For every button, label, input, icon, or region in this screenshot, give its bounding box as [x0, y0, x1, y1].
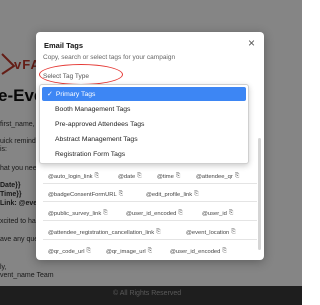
copy-icon[interactable]: ⎘ [103, 210, 107, 217]
tag-chip[interactable]: @badgeConsentFormURL ⎘ [48, 191, 123, 198]
tag-chip[interactable]: @qr_image_url ⎘ [106, 248, 152, 255]
dropdown-option-registration-form-tags[interactable]: Registration Form Tags [42, 147, 246, 161]
copy-icon[interactable]: ⎘ [156, 229, 160, 236]
tag-chip[interactable]: @attendee_registration_cancellation_link… [48, 229, 161, 236]
tags-list: @auto_login_link ⎘ @date ⎘ @time ⎘ @attende… [36, 170, 264, 260]
copy-icon[interactable]: ⎘ [229, 210, 233, 217]
tag-chip[interactable]: @attendee_qr ⎘ [196, 173, 239, 180]
tag-type-dropdown[interactable]: ✓ Primary Tags Booth Management Tags Pre… [39, 84, 249, 164]
copy-icon[interactable]: ⎘ [148, 248, 152, 255]
dropdown-option-pre-approved-attendees-tags[interactable]: Pre-approved Attendees Tags [42, 117, 246, 131]
tag-chip[interactable]: @user_id ⎘ [202, 210, 233, 217]
copy-icon[interactable]: ⎘ [178, 210, 182, 217]
dropdown-option-primary-tags[interactable]: ✓ Primary Tags [42, 87, 246, 101]
checkmark-icon: ✓ [47, 91, 53, 98]
tag-chip[interactable]: @user_id_encoded ⎘ [126, 210, 183, 217]
divider [43, 220, 257, 221]
divider [43, 201, 257, 202]
copy-icon[interactable]: ⎘ [194, 191, 198, 198]
tag-chip[interactable]: @auto_login_link ⎘ [48, 173, 99, 180]
copy-icon[interactable]: ⎘ [87, 248, 91, 255]
tag-chip[interactable]: @time ⎘ [157, 173, 180, 180]
modal-subtitle: Copy, search or select tags for your cam… [43, 54, 176, 61]
tag-chip[interactable]: @public_survey_link ⎘ [48, 210, 108, 217]
copy-icon[interactable]: ⎘ [235, 173, 239, 180]
tag-chip[interactable]: @qr_code_url ⎘ [48, 248, 91, 255]
dropdown-option-booth-management-tags[interactable]: Booth Management Tags [42, 102, 246, 116]
copy-icon[interactable]: ⎘ [95, 173, 99, 180]
divider [43, 239, 257, 240]
close-icon[interactable]: × [248, 37, 255, 49]
copy-icon[interactable]: ⎘ [231, 229, 235, 236]
select-tag-type-label[interactable]: Select Tag Type [43, 73, 89, 80]
modal-title: Email Tags [44, 41, 84, 50]
copy-icon[interactable]: ⎘ [137, 173, 141, 180]
modal-scrollbar[interactable] [258, 138, 261, 250]
tag-chip[interactable]: @event_location ⎘ [186, 229, 236, 236]
tag-chip[interactable]: @edit_profile_link ⎘ [146, 191, 199, 198]
copy-icon[interactable]: ⎘ [119, 191, 123, 198]
dropdown-option-abstract-management-tags[interactable]: Abstract Management Tags [42, 132, 246, 146]
tag-chip[interactable]: @user_id_encoded ⎘ [170, 248, 227, 255]
copy-icon[interactable]: ⎘ [176, 173, 180, 180]
tag-chip[interactable]: @date ⎘ [118, 173, 142, 180]
divider [43, 183, 257, 184]
copy-icon[interactable]: ⎘ [222, 248, 226, 255]
